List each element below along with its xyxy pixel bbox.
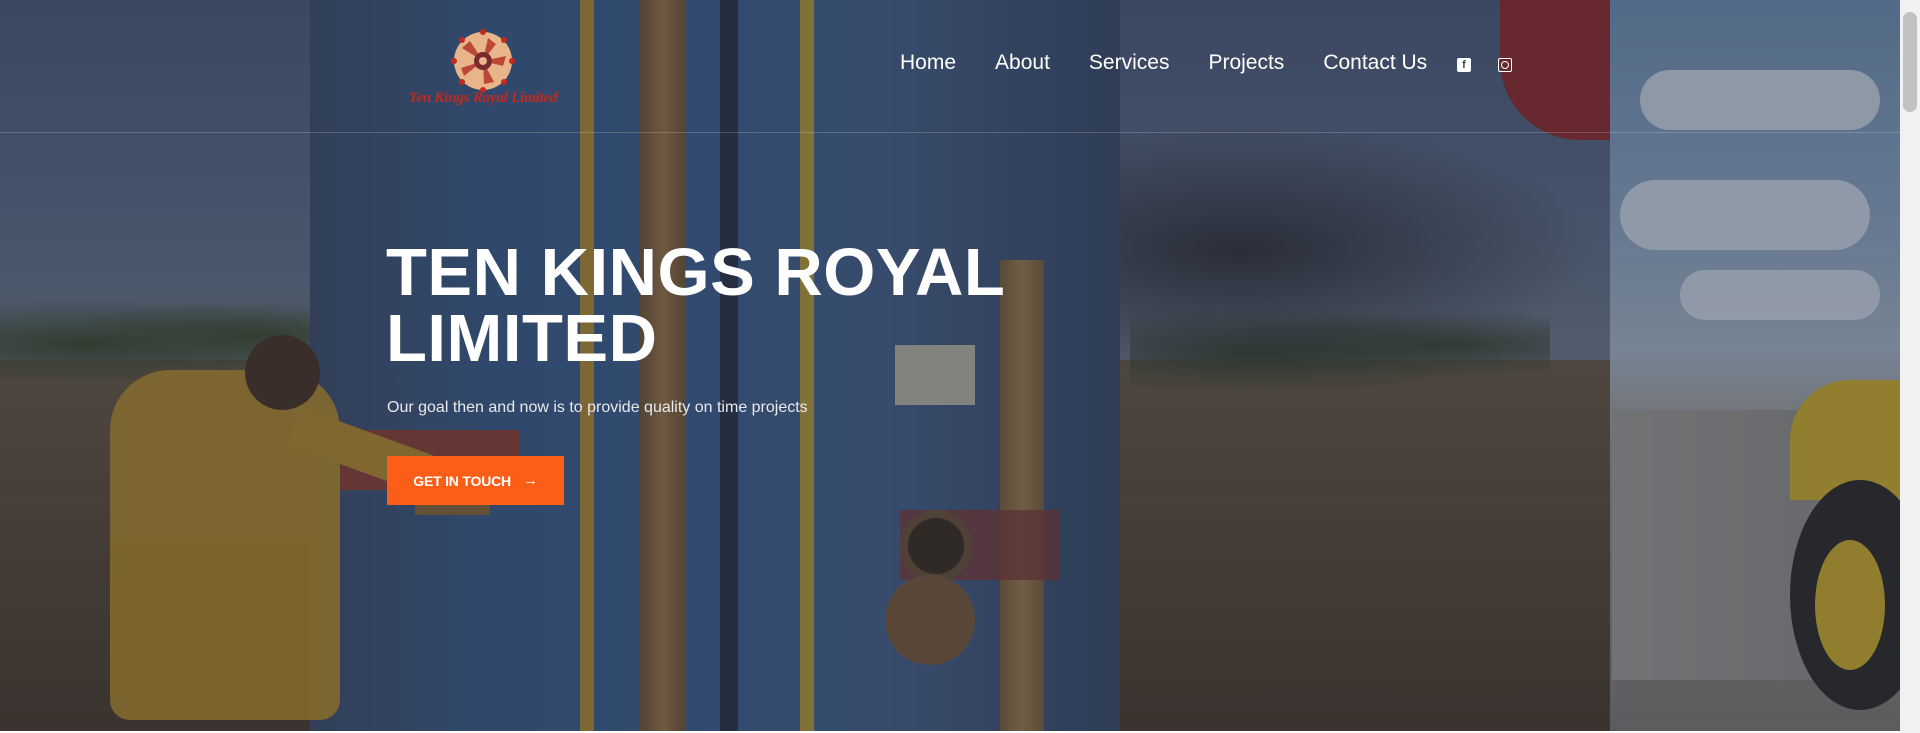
scrollbar-thumb[interactable] [1903,12,1917,112]
logo[interactable]: Ten Kings Royal Limited [400,24,566,120]
header-divider [0,132,1900,133]
nav-item-about[interactable]: About [995,48,1050,78]
hero-title: TEN KINGS ROYAL LIMITED [386,235,1005,376]
facebook-icon[interactable]: f [1457,58,1471,72]
get-in-touch-button[interactable]: GET IN TOUCH → [387,456,564,505]
nav-item-projects[interactable]: Projects [1208,48,1284,78]
nav-item-home[interactable]: Home [900,48,956,78]
get-in-touch-label: GET IN TOUCH [413,472,511,489]
sun-logo-icon [451,29,515,93]
instagram-icon[interactable] [1498,58,1512,72]
nav-item-contact-us[interactable]: Contact Us [1323,48,1427,78]
logo-text: Ten Kings Royal Limited [408,90,558,106]
nav-item-services[interactable]: Services [1089,48,1170,78]
main-nav: Home About Services Projects Contact Us [900,48,1466,78]
hero-subtitle: Our goal then and now is to provide qual… [387,399,808,416]
arrow-right-icon: → [522,472,538,489]
